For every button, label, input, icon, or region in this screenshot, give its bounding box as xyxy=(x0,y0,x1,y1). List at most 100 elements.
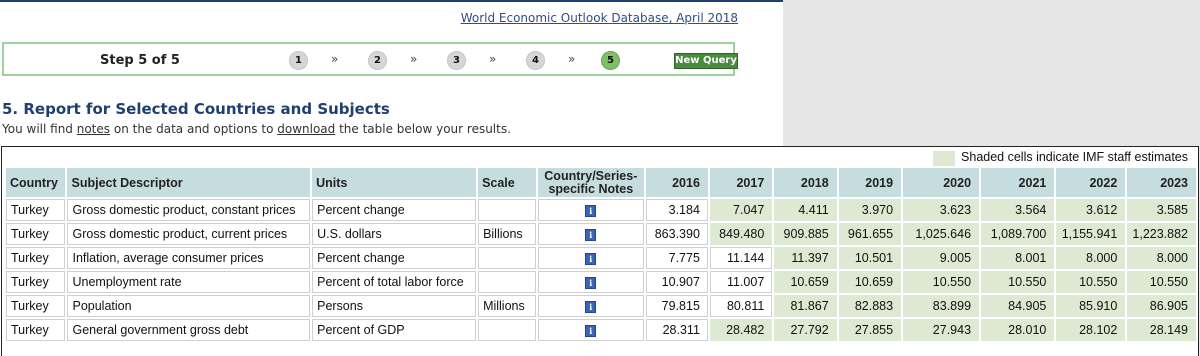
col-header-year: 2019 xyxy=(838,168,902,197)
notes-header-line1: Country/Series- xyxy=(544,168,638,183)
value-cell: 3.970 xyxy=(838,199,902,221)
subject-cell: Inflation, average consumer prices xyxy=(67,247,311,269)
scale-cell xyxy=(478,199,537,221)
value-cell: 909.885 xyxy=(774,223,837,245)
value-cell: 10.550 xyxy=(903,271,980,293)
value-cell: 11.007 xyxy=(709,271,773,293)
step-1-button[interactable]: 1 xyxy=(289,51,308,70)
country-cell: Turkey xyxy=(6,223,66,245)
value-cell: 1,155.941 xyxy=(1056,223,1126,245)
value-cell: 28.102 xyxy=(1056,319,1126,341)
step-arrow-icon: » xyxy=(568,52,576,66)
value-cell: 10.907 xyxy=(645,271,708,293)
report-subtitle: You will find notes on the data and opti… xyxy=(2,122,511,136)
col-header-year: 2017 xyxy=(709,168,773,197)
info-icon[interactable]: i xyxy=(585,300,597,313)
notes-link[interactable]: notes xyxy=(77,122,110,136)
value-cell: 7.775 xyxy=(645,247,708,269)
info-icon[interactable]: i xyxy=(585,276,597,289)
database-link[interactable]: World Economic Outlook Database, April 2… xyxy=(461,11,738,25)
col-header-year: 2022 xyxy=(1056,168,1126,197)
notes-cell: i xyxy=(538,247,644,269)
report-heading: 5. Report for Selected Countries and Sub… xyxy=(2,100,390,118)
col-header-year: 2021 xyxy=(981,168,1055,197)
data-table: Country Subject Descriptor Units Scale C… xyxy=(4,166,1198,343)
value-cell: 1,089.700 xyxy=(981,223,1055,245)
value-cell: 85.910 xyxy=(1056,295,1126,317)
units-cell: Persons xyxy=(312,295,477,317)
country-cell: Turkey xyxy=(6,271,66,293)
info-icon[interactable]: i xyxy=(585,204,597,217)
notes-cell: i xyxy=(538,271,644,293)
report-table-container: Shaded cells indicate IMF staff estimate… xyxy=(1,146,1199,356)
legend-text: Shaded cells indicate IMF staff estimate… xyxy=(961,150,1188,164)
value-cell: 10.550 xyxy=(1127,271,1196,293)
info-icon[interactable]: i xyxy=(585,252,597,265)
table-row: Turkey Inflation, average consumer prices… xyxy=(6,247,1196,269)
value-cell: 7.047 xyxy=(709,199,773,221)
country-cell: Turkey xyxy=(6,319,66,341)
download-link[interactable]: download xyxy=(277,122,335,136)
value-cell: 83.899 xyxy=(903,295,980,317)
units-cell: Percent of GDP xyxy=(312,319,477,341)
scale-cell xyxy=(478,319,537,341)
subject-cell: Population xyxy=(67,295,311,317)
value-cell: 863.390 xyxy=(645,223,708,245)
col-header-country: Country xyxy=(6,168,66,197)
col-header-scale: Scale xyxy=(478,168,537,197)
table-row: Turkey Gross domestic product, current pr… xyxy=(6,223,1196,245)
step-5-current: 5 xyxy=(601,51,620,70)
scale-cell xyxy=(478,271,537,293)
units-cell: Percent change xyxy=(312,247,477,269)
notes-cell: i xyxy=(538,295,644,317)
value-cell: 8.000 xyxy=(1127,247,1196,269)
subject-cell: General government gross debt xyxy=(67,319,311,341)
legend-swatch xyxy=(933,151,955,166)
value-cell: 1,025.646 xyxy=(903,223,980,245)
value-cell: 1,223.882 xyxy=(1127,223,1196,245)
step-3-button[interactable]: 3 xyxy=(447,51,466,70)
new-query-button[interactable]: New Query xyxy=(674,53,738,69)
header-row: Country Subject Descriptor Units Scale C… xyxy=(6,168,1196,197)
value-cell: 3.612 xyxy=(1056,199,1126,221)
subject-cell: Gross domestic product, current prices xyxy=(67,223,311,245)
report-sub-suffix: the table below your results. xyxy=(335,122,511,136)
units-cell: Percent of total labor force xyxy=(312,271,477,293)
country-cell: Turkey xyxy=(6,295,66,317)
scale-cell: Millions xyxy=(478,295,537,317)
notes-header-line2: specific Notes xyxy=(548,181,634,196)
col-header-subject: Subject Descriptor xyxy=(67,168,311,197)
country-cell: Turkey xyxy=(6,199,66,221)
info-icon[interactable]: i xyxy=(585,324,597,337)
value-cell: 3.564 xyxy=(981,199,1055,221)
table-row: Turkey Population Persons Millions i 79.815 80… xyxy=(6,295,1196,317)
col-header-year: 2016 xyxy=(645,168,708,197)
value-cell: 4.411 xyxy=(774,199,837,221)
table-row: Turkey General government gross debt Perce… xyxy=(6,319,1196,341)
value-cell: 10.659 xyxy=(774,271,837,293)
value-cell: 82.883 xyxy=(838,295,902,317)
col-header-year: 2018 xyxy=(774,168,837,197)
value-cell: 10.659 xyxy=(838,271,902,293)
value-cell: 10.550 xyxy=(981,271,1055,293)
scale-cell: Billions xyxy=(478,223,537,245)
value-cell: 3.585 xyxy=(1127,199,1196,221)
report-sub-prefix: You will find xyxy=(2,122,77,136)
value-cell: 961.655 xyxy=(838,223,902,245)
info-icon[interactable]: i xyxy=(585,228,597,241)
step-4-button[interactable]: 4 xyxy=(526,51,545,70)
value-cell: 11.397 xyxy=(774,247,837,269)
value-cell: 27.792 xyxy=(774,319,837,341)
col-header-units: Units xyxy=(312,168,477,197)
notes-cell: i xyxy=(538,199,644,221)
value-cell: 28.010 xyxy=(981,319,1055,341)
notes-cell: i xyxy=(538,223,644,245)
value-cell: 86.905 xyxy=(1127,295,1196,317)
table-body: Turkey Gross domestic product, constant p… xyxy=(6,199,1196,341)
value-cell: 849.480 xyxy=(709,223,773,245)
legend: Shaded cells indicate IMF staff estimate… xyxy=(2,147,1198,167)
table-row: Turkey Unemployment rate Percent of total … xyxy=(6,271,1196,293)
value-cell: 27.855 xyxy=(838,319,902,341)
step-2-button[interactable]: 2 xyxy=(368,51,387,70)
step-arrow-icon: » xyxy=(410,52,418,66)
